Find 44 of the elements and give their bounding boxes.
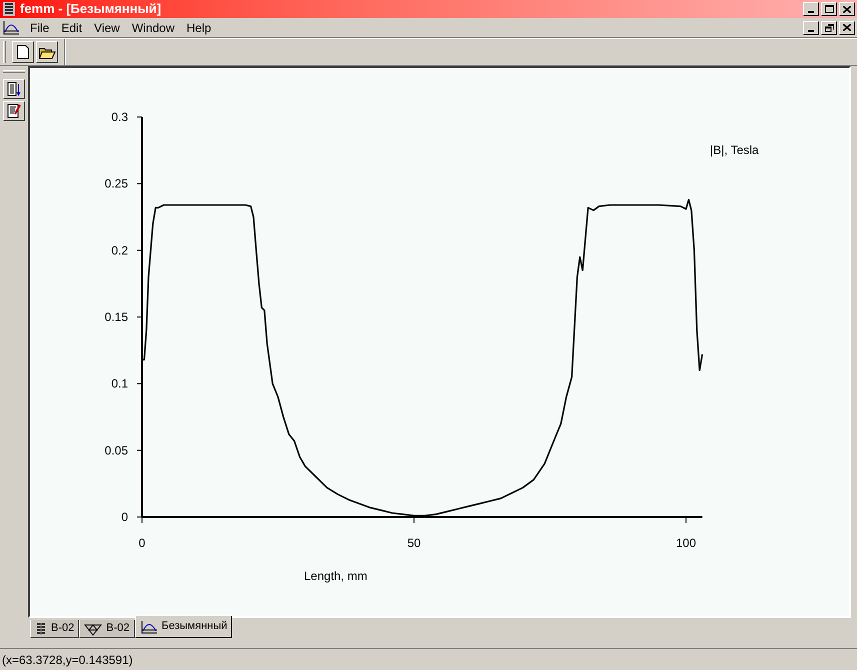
list-arrow-icon xyxy=(7,82,21,96)
menu-item[interactable]: Window xyxy=(126,18,181,36)
maximize-button[interactable] xyxy=(821,2,837,16)
list-sort-button[interactable] xyxy=(3,79,25,99)
window-title: femm - [Безымянный] xyxy=(20,0,162,18)
y-tick-label: 0.2 xyxy=(111,243,128,258)
y-tick-label: 0.3 xyxy=(111,110,128,124)
close-button[interactable] xyxy=(839,2,855,16)
coil-icon xyxy=(35,622,47,636)
restore-icon xyxy=(824,24,834,32)
folder-icon xyxy=(38,45,56,59)
open-file-button[interactable] xyxy=(36,41,58,63)
plot-icon xyxy=(140,620,158,634)
restore-button[interactable] xyxy=(821,20,837,34)
blank-page-icon xyxy=(17,45,29,59)
coil-icon xyxy=(2,1,16,17)
y-tick-label: 0.1 xyxy=(111,376,128,391)
status-text: (x=63.3728,y=0.143591) xyxy=(2,652,133,668)
minimize-button[interactable] xyxy=(803,2,819,16)
document-tab[interactable]: Безымянный xyxy=(134,616,232,638)
close-button[interactable] xyxy=(839,20,855,34)
minimize-button[interactable] xyxy=(803,20,819,34)
note-pen-icon xyxy=(7,104,21,118)
document-tab[interactable]: B-02 xyxy=(79,620,134,638)
y-tick-label: 0.15 xyxy=(104,310,128,324)
close-icon xyxy=(843,6,851,12)
menu-item[interactable]: Help xyxy=(180,18,218,36)
menu-item[interactable]: View xyxy=(88,18,126,36)
y-tick-label: 0.25 xyxy=(104,176,128,191)
edit-properties-button[interactable] xyxy=(3,101,25,121)
document-tab[interactable]: B-02 xyxy=(30,620,80,638)
y-tick-label: 0.05 xyxy=(104,443,128,458)
legend-label: |B|, Tesla xyxy=(710,143,759,157)
x-tick-label: 50 xyxy=(407,536,421,550)
x-axis-label: Length, mm xyxy=(304,569,368,583)
y-tick-label: 0 xyxy=(121,510,128,524)
close-icon xyxy=(843,24,851,31)
menu-item[interactable]: File xyxy=(24,18,56,36)
triangle-mesh-icon xyxy=(84,622,102,636)
plot-icon xyxy=(2,20,20,36)
menu-item[interactable]: Edit xyxy=(55,18,88,36)
x-tick-label: 100 xyxy=(676,536,696,550)
x-tick-label: 0 xyxy=(138,536,146,550)
new-file-button[interactable] xyxy=(12,41,34,63)
